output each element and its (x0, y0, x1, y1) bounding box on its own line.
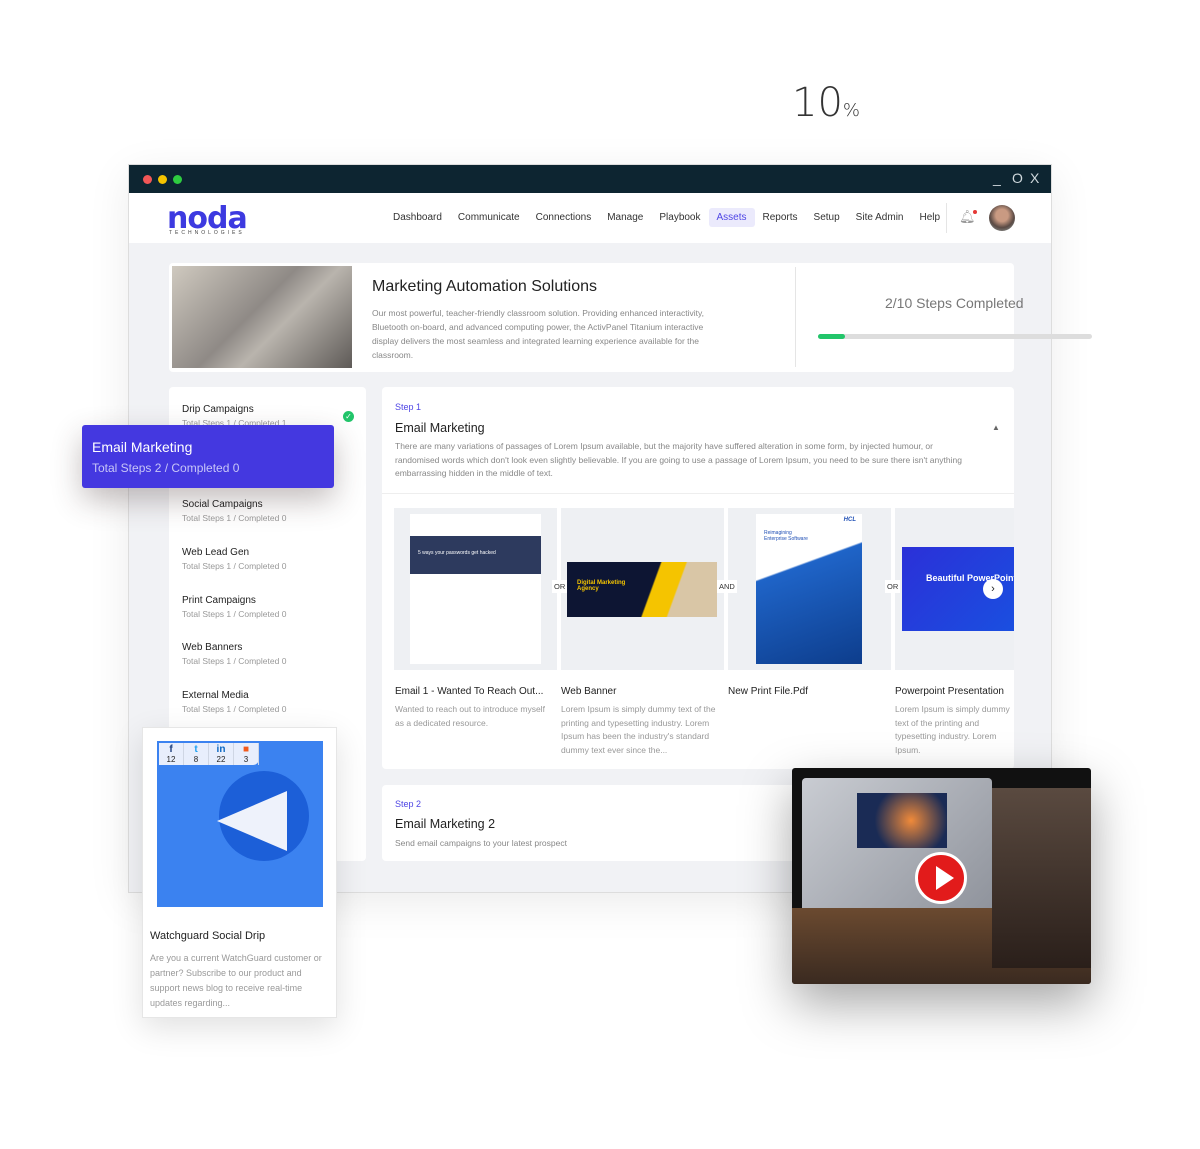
asset-web-banner[interactable]: Digital Marketing Agency (561, 508, 724, 670)
step-title: Email Marketing (395, 421, 485, 435)
item-title: Drip Campaigns (182, 404, 254, 415)
item-title: Social Campaigns (182, 499, 263, 510)
top-nav-bar: noda TECHNOLOGIES Dashboard Communicate … (129, 193, 1051, 243)
blogger-count[interactable]: ■ 3 (234, 743, 259, 765)
maximize-dot[interactable] (173, 175, 182, 184)
percent-sign: % (842, 100, 861, 121)
megaphone-image (157, 741, 323, 907)
progress-percent: 10% (792, 80, 860, 126)
step-label: Step 1 (395, 402, 422, 412)
asset-description: Lorem Ipsum is simply dummy text of the … (895, 704, 1010, 755)
asset-name[interactable]: Web Banner (561, 686, 721, 697)
thumb-text: Digital Marketing Agency (577, 580, 626, 592)
asset-powerpoint[interactable]: Beautiful PowerPoint Template › (895, 508, 1014, 670)
logo-subtitle: TECHNOLOGIES (169, 230, 245, 236)
sidebar-item-print-campaigns[interactable]: Print Campaigns Total Steps 1 / Completed… (182, 595, 286, 619)
social-description: Are you a current WatchGuard customer or… (150, 953, 322, 1008)
progress-fill (818, 334, 846, 339)
hero-title: Marketing Automation Solutions (372, 278, 598, 295)
sidebar-item-external-media[interactable]: External Media Total Steps 1 / Completed … (182, 690, 286, 714)
sidebar-item-web-lead-gen[interactable]: Web Lead Gen Total Steps 1 / Completed 0 (182, 547, 286, 571)
nav-connections[interactable]: Connections (528, 208, 600, 227)
step-label: Step 2 (395, 799, 422, 809)
item-title: Web Banners (182, 642, 243, 653)
item-sub: Total Steps 1 / Completed 0 (182, 656, 287, 666)
item-sub: Total Steps 1 / Completed 0 (182, 561, 287, 571)
facebook-count[interactable]: f 12 (159, 743, 184, 765)
sidebar-item-social-campaigns[interactable]: Social Campaigns Total Steps 1 / Complete… (182, 499, 286, 523)
close-button[interactable]: X (1030, 170, 1039, 186)
minimize-button[interactable]: _ (993, 170, 1001, 186)
thumb-text: Reimagining Enterprise Software (764, 530, 808, 542)
avatar[interactable] (989, 205, 1015, 231)
hero-card: Marketing Automation Solutions Our most … (169, 263, 1014, 372)
divider (382, 493, 1014, 494)
nav-help[interactable]: Help (911, 208, 948, 227)
nav-playbook[interactable]: Playbook (651, 208, 708, 227)
asset-name[interactable]: Email 1 - Wanted To Reach Out... (395, 686, 555, 697)
item-title: External Media (182, 690, 249, 701)
share-counts: f 12 t8 in 22 ■ 3 (159, 743, 259, 765)
item-title: Print Campaigns (182, 595, 256, 606)
step-description: Send email campaigns to your latest pros… (395, 838, 567, 848)
nav-setup[interactable]: Setup (806, 208, 848, 227)
item-sub: Total Steps 1 / Completed 0 (182, 609, 287, 619)
asset-email[interactable]: 5 ways your passwords get hacked (394, 508, 557, 670)
item-sub: Total Steps 1 / Completed 0 (182, 513, 287, 523)
collapse-caret-icon[interactable]: ▲ (992, 423, 1000, 432)
asset-name[interactable]: Powerpoint Presentation (895, 686, 1014, 697)
nav-assets[interactable]: Assets (708, 208, 755, 227)
nav-manage[interactable]: Manage (599, 208, 651, 227)
twitter-count[interactable]: t8 (184, 743, 209, 765)
nav-dashboard[interactable]: Dashboard (385, 208, 450, 227)
sidebar-item-email-marketing-selected[interactable]: Email Marketing Total Steps 2 / Complete… (82, 425, 334, 488)
maximize-button[interactable]: O (1012, 170, 1023, 186)
asset-name[interactable]: New Print File.Pdf (728, 686, 888, 697)
hero-image (172, 266, 352, 368)
percent-value: 10 (792, 80, 843, 126)
step-description: There are many variations of passages of… (395, 441, 962, 478)
social-drip-card[interactable]: f 12 t8 in 22 ■ 3 Watchguard Social Drip Ar… (142, 727, 337, 1018)
step-title: Email Marketing 2 (395, 817, 496, 831)
divider (946, 203, 947, 233)
item-sub: Total Steps 2 / Completed 0 (92, 461, 240, 475)
thumb-text: Beautiful PowerPoint Template (926, 573, 1014, 583)
main-nav: Dashboard Communicate Connections Manage… (385, 208, 948, 227)
step1-card: Step 1 Email Marketing ▲ There are many … (382, 387, 1014, 769)
social-title: Watchguard Social Drip (150, 930, 266, 942)
thumb-text: 5 ways your passwords get hacked (410, 536, 541, 574)
title-bar: _ O X (129, 165, 1051, 193)
asset-description: Lorem Ipsum is simply dummy text of the … (561, 704, 716, 755)
close-dot[interactable] (143, 175, 152, 184)
brand-text: HCL (843, 517, 856, 523)
connector-and: AND (717, 580, 737, 593)
item-title: Web Lead Gen (182, 547, 250, 558)
divider (795, 267, 796, 367)
connector-or: OR (552, 580, 568, 593)
nav-communicate[interactable]: Communicate (450, 208, 528, 227)
hero-description: Our most powerful, teacher-friendly clas… (372, 308, 704, 360)
asset-print-file[interactable]: HCL Reimagining Enterprise Software (728, 508, 891, 670)
play-icon[interactable] (915, 852, 967, 904)
check-icon: ✓ (343, 411, 354, 422)
item-title: Email Marketing (92, 439, 193, 455)
next-arrow-icon[interactable]: › (983, 579, 1003, 599)
nav-site-admin[interactable]: Site Admin (848, 208, 912, 227)
asset-description: Wanted to reach out to introduce myself … (395, 704, 545, 728)
sidebar-item-web-banners[interactable]: Web Banners Total Steps 1 / Completed 0 (182, 642, 286, 666)
steps-completed: 2/10 Steps Completed (885, 295, 1024, 311)
connector-or: OR (885, 580, 901, 593)
nav-reports[interactable]: Reports (755, 208, 806, 227)
item-sub: Total Steps 1 / Completed 0 (182, 704, 287, 714)
linkedin-count[interactable]: in 22 (209, 743, 234, 765)
minimize-dot[interactable] (158, 175, 167, 184)
bell-icon[interactable]: 🔔︎ (959, 209, 977, 225)
progress-bar (818, 334, 1092, 339)
video-thumbnail (802, 778, 992, 928)
video-player[interactable] (792, 768, 1091, 984)
